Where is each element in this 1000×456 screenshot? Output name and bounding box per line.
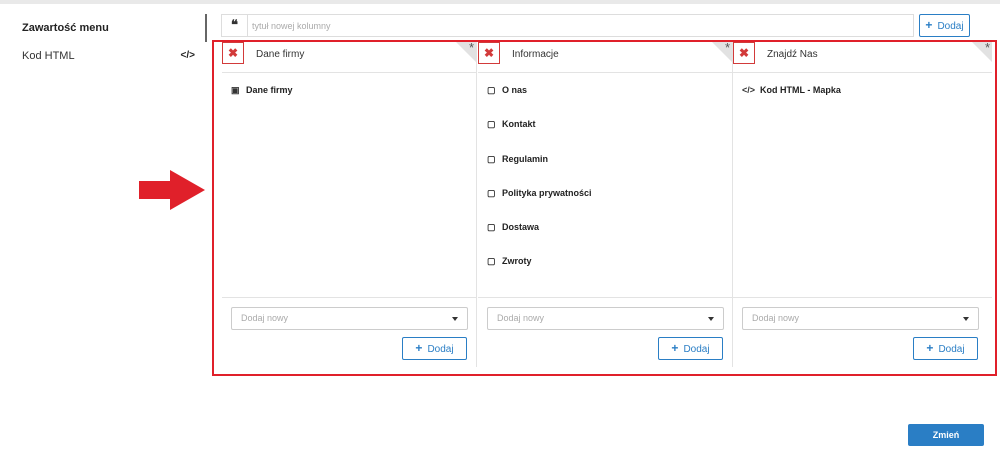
sidebar: Zawartość menu Kod HTML </>	[0, 14, 207, 70]
caret-down-icon	[452, 317, 458, 321]
plus-icon: +	[671, 341, 679, 355]
add-item-label: Dodaj	[427, 344, 454, 355]
add-item-label: Dodaj	[938, 344, 965, 355]
delete-column-icon[interactable]: ✖	[478, 42, 500, 64]
column-title[interactable]: Dane firmy	[256, 49, 304, 60]
menu-item-label: O nas	[502, 85, 528, 95]
menu-item-label: Dane firmy	[246, 85, 293, 95]
top-bar	[0, 0, 1000, 4]
menu-item[interactable]: ▣ Dane firmy	[231, 85, 293, 96]
add-new-select-placeholder: Dodaj nowy	[241, 313, 289, 323]
add-item-label: Dodaj	[683, 344, 710, 355]
menu-item[interactable]: </> Kod HTML - Mapka	[742, 85, 841, 95]
quote-icon: ❝	[222, 15, 248, 36]
add-item-button[interactable]: + Dodaj	[402, 337, 467, 360]
add-column-label: Dodaj	[937, 21, 964, 32]
save-changes-button[interactable]: Zmień	[908, 424, 984, 446]
caret-down-icon	[963, 317, 969, 321]
menu-item-label: Zwroty	[502, 256, 532, 266]
column-header: ✖ Znajdź Nas *	[733, 40, 992, 73]
add-item-button[interactable]: + Dodaj	[913, 337, 978, 360]
code-icon: </>	[742, 85, 756, 95]
menu-column: ✖ Znajdź Nas * </> Kod HTML - Mapka Dodaj…	[733, 40, 992, 367]
menu-item-label: Kontakt	[502, 119, 536, 129]
menu-item[interactable]: ▢ Zwroty	[487, 256, 532, 267]
column-header: ✖ Dane firmy *	[222, 40, 476, 73]
add-new-select-placeholder: Dodaj nowy	[752, 313, 800, 323]
page-icon: ▢	[487, 154, 496, 164]
columns-highlight-frame: ✖ Dane firmy * ▣ Dane firmy Dodaj nowy + D…	[212, 40, 997, 376]
plus-icon: +	[415, 341, 423, 355]
plus-icon: +	[926, 341, 934, 355]
page-icon: ▢	[487, 222, 496, 232]
menu-item[interactable]: ▢ Dostawa	[487, 222, 539, 233]
add-new-select[interactable]: Dodaj nowy	[487, 307, 724, 330]
menu-column: ✖ Informacje * ▢ O nas ▢ Kontakt ▢ Regulami…	[478, 40, 733, 367]
page-icon: ▢	[487, 188, 496, 198]
menu-item[interactable]: ▢ Kontakt	[487, 119, 536, 130]
code-icon: </>	[180, 50, 195, 61]
add-column-button[interactable]: + Dodaj	[919, 14, 970, 37]
delete-column-icon[interactable]: ✖	[733, 42, 755, 64]
plus-icon: +	[925, 18, 933, 32]
add-item-button[interactable]: + Dodaj	[658, 337, 723, 360]
asterisk-icon: *	[724, 40, 730, 55]
sidebar-item-label: Zawartość menu	[22, 22, 109, 34]
add-new-select-placeholder: Dodaj nowy	[497, 313, 545, 323]
asterisk-icon: *	[468, 40, 474, 55]
asterisk-icon: *	[984, 40, 990, 55]
delete-column-icon[interactable]: ✖	[222, 42, 244, 64]
menu-column: ✖ Dane firmy * ▣ Dane firmy Dodaj nowy + D…	[222, 40, 477, 367]
menu-item-label: Dostawa	[502, 222, 540, 232]
sidebar-item-label: Kod HTML	[22, 50, 75, 62]
column-footer: Dodaj nowy + Dodaj	[222, 297, 476, 367]
column-footer: Dodaj nowy + Dodaj	[478, 297, 732, 367]
caret-down-icon	[708, 317, 714, 321]
column-title[interactable]: Informacje	[512, 49, 559, 60]
menu-item[interactable]: ▢ O nas	[487, 85, 527, 96]
column-header: ✖ Informacje *	[478, 40, 732, 73]
sidebar-item-menu-content[interactable]: Zawartość menu	[0, 14, 207, 42]
column-title[interactable]: Znajdź Nas	[767, 49, 818, 60]
page-icon: ▢	[487, 256, 496, 266]
menu-item[interactable]: ▢ Polityka prywatności	[487, 188, 592, 199]
new-column-title-input[interactable]	[252, 17, 892, 34]
column-footer: Dodaj nowy + Dodaj	[733, 297, 992, 367]
add-new-select[interactable]: Dodaj nowy	[742, 307, 979, 330]
menu-item-label: Polityka prywatności	[502, 188, 592, 198]
new-column-bar: ❝	[221, 14, 914, 37]
contact-card-icon: ▣	[231, 85, 240, 95]
page-icon: ▢	[487, 85, 496, 95]
menu-item-label: Regulamin	[502, 154, 549, 164]
menu-item-label: Kod HTML - Mapka	[760, 85, 841, 95]
page-icon: ▢	[487, 119, 496, 129]
sidebar-item-html-code[interactable]: Kod HTML </>	[0, 42, 207, 70]
add-new-select[interactable]: Dodaj nowy	[231, 307, 468, 330]
menu-item[interactable]: ▢ Regulamin	[487, 154, 548, 165]
red-arrow-annotation	[139, 170, 205, 210]
